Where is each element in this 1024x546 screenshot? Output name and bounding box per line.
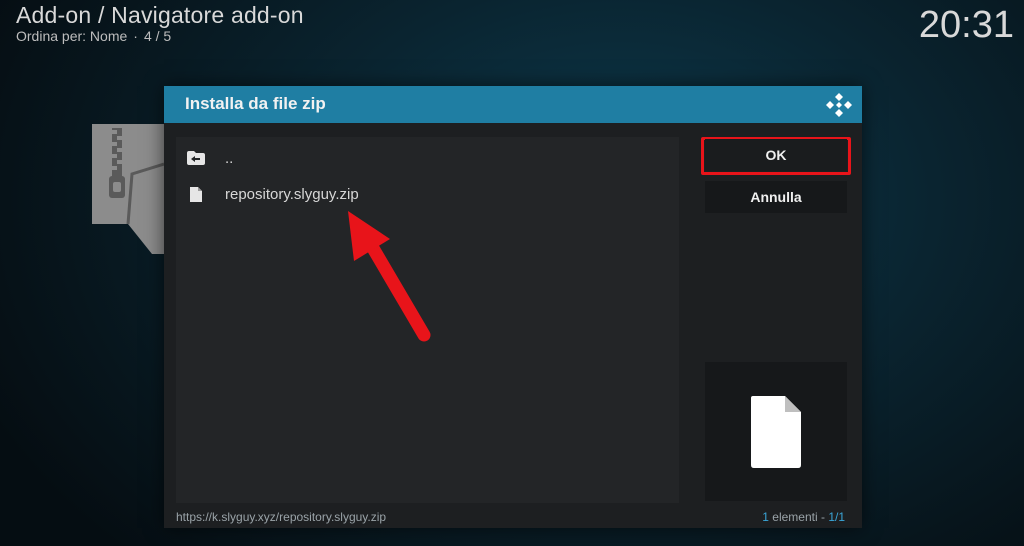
page-indicator: 1/1 <box>828 510 845 524</box>
list-item-file[interactable]: repository.slyguy.zip <box>176 179 679 209</box>
item-count: 1 elementi - 1/1 <box>762 510 845 524</box>
ok-button[interactable]: OK <box>705 139 847 171</box>
selected-path: https://k.slyguy.xyz/repository.slyguy.z… <box>176 510 387 524</box>
install-from-zip-dialog: Installa da file zip .. repository.slygu… <box>164 86 862 528</box>
file-icon <box>751 395 801 468</box>
list-item-label: repository.slyguy.zip <box>225 185 359 203</box>
item-position: 4 / 5 <box>143 28 172 44</box>
list-item-label: .. <box>225 149 234 167</box>
zip-file-icon <box>92 124 164 254</box>
file-icon <box>186 185 206 203</box>
sort-label[interactable]: Ordina per: Nome <box>16 28 127 44</box>
cancel-button[interactable]: Annulla <box>705 181 847 213</box>
dialog-title: Installa da file zip <box>185 94 326 113</box>
item-count-number: 1 <box>762 510 769 524</box>
kodi-logo-icon <box>826 93 852 117</box>
item-count-label: elementi - <box>768 510 829 524</box>
clock: 20:31 <box>918 4 1014 46</box>
breadcrumb: Add-on / Navigatore add-on <box>16 2 304 28</box>
list-item-parent[interactable]: .. <box>176 143 679 173</box>
dialog-header: Installa da file zip <box>164 86 862 123</box>
sort-separator: · <box>133 28 138 44</box>
file-thumbnail <box>705 362 847 501</box>
folder-back-icon <box>186 149 206 167</box>
sort-info: Ordina per: Nome · 4 / 5 <box>16 28 171 44</box>
file-list: .. repository.slyguy.zip <box>176 137 679 503</box>
